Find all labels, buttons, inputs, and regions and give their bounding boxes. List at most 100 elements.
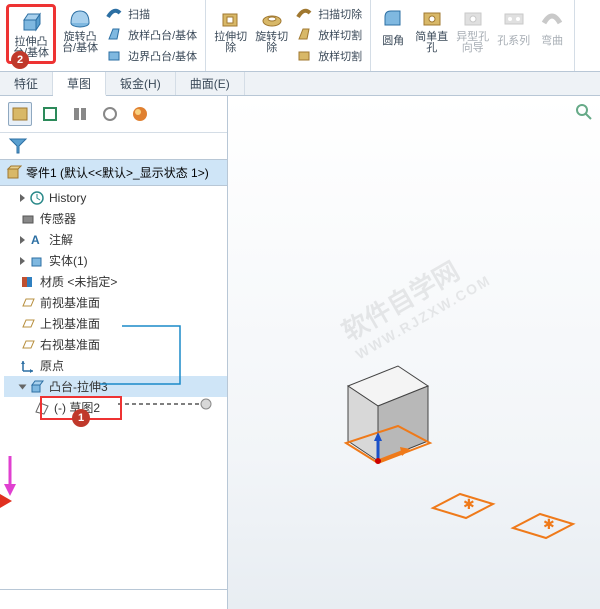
cut-extrude-icon [217,4,245,32]
cut-boundary-icon [296,47,314,65]
extrude-boss-button[interactable]: 拉伸凸 台/基体 2 [6,4,56,64]
mode-dimxpert[interactable] [98,102,122,126]
tree-right-plane[interactable]: 右视基准面 [4,334,227,355]
annotation-arrow-magenta [2,456,18,498]
tree-origin-label: 原点 [40,357,64,374]
tree-extrude3-label: 凸台-拉伸3 [49,378,108,395]
model-cube [328,346,448,476]
tree-origin[interactable]: 原点 [4,355,227,376]
tab-sheetmetal[interactable]: 钣金(H) [106,72,176,95]
badge-2: 2 [11,51,29,69]
cut-boundary-button[interactable]: 放样切割 [294,46,364,66]
watermark: 软件自学网 WWW.RJZXW.COM [334,240,493,363]
cut-loft-label: 放样切割 [318,27,362,43]
part-root-node[interactable]: 零件1 (默认<<默认>_显示状态 1>) [0,159,227,186]
tree-front-plane[interactable]: 前视基准面 [4,292,227,313]
tab-feature[interactable]: 特征 [0,72,53,95]
expand-icon[interactable] [19,384,27,389]
graphics-viewport[interactable]: 软件自学网 WWW.RJZXW.COM ✱ ✱ [228,96,600,609]
ribbon-toolbar: 拉伸凸 台/基体 2 旋转凸 台/基体 扫描 放样凸台/基体 边界凸台/基体 [0,0,600,72]
bend-label: 弯曲 [541,32,563,48]
plane-icon [20,316,36,332]
hole-series-button[interactable]: 孔系列 [493,2,534,50]
tree-top-plane[interactable]: 上视基准面 [4,313,227,334]
tree-extrude3[interactable]: 凸台-拉伸3 [4,376,227,397]
boundary-label: 边界凸台/基体 [128,48,197,64]
sweep-label: 扫描 [128,6,150,22]
filter-icon[interactable] [8,137,28,155]
tree-history[interactable]: History [4,188,227,208]
hole-wizard-button[interactable]: 异型孔 向导 [452,2,493,56]
fillet-button[interactable]: 圆角 [375,2,411,50]
tree-material-label: 材质 <未指定> [40,273,117,290]
filter-row [0,133,227,159]
part-icon [6,165,22,181]
svg-text:✱: ✱ [543,516,555,532]
loft-icon [106,26,124,44]
cut-revolve-icon [258,4,286,32]
hole-simple-label-l2: 孔 [426,43,437,54]
cut-boundary-label: 放样切割 [318,48,362,64]
cut-extrude-label-l2: 除 [225,43,236,54]
cut-revolve-label-l2: 除 [266,43,277,54]
mode-property[interactable] [38,102,62,126]
material-icon [20,274,36,290]
cut-revolve-button[interactable]: 旋转切 除 [251,2,292,56]
sweep-button[interactable]: 扫描 [104,4,199,24]
sweep-icon [106,5,124,23]
tree-top-label: 上视基准面 [40,315,100,332]
tree-material[interactable]: 材质 <未指定> [4,271,227,292]
cut-loft-icon [296,26,314,44]
plane-icon [20,337,36,353]
tree-annotation-label: 注解 [49,231,73,248]
cut-loft-button[interactable]: 放样切割 [294,25,364,45]
annotation-icon: A [29,232,45,248]
hole-simple-button[interactable]: 简单直 孔 [411,2,452,56]
mode-config[interactable] [68,102,92,126]
highlight-sketch2: 1 [40,396,122,420]
svg-text:✱: ✱ [463,496,475,512]
solid-icon [29,253,45,269]
boundary-icon [106,47,124,65]
hole-wizard-icon [459,4,487,32]
tree-sensor[interactable]: 传感器 [4,208,227,229]
boundary-button[interactable]: 边界凸台/基体 [104,46,199,66]
main-area: 零件1 (默认<<默认>_显示状态 1>) History 传感器 A 注解 实体… [0,96,600,609]
tab-sketch[interactable]: 草图 [53,72,106,96]
tree-history-label: History [49,191,86,205]
loft-button[interactable]: 放样凸台/基体 [104,25,199,45]
mode-feature-tree[interactable] [8,102,32,126]
hole-series-icon [500,4,528,32]
tree-annotation[interactable]: A 注解 [4,229,227,250]
sidebar-mode-tabs [0,96,227,133]
cut-sweep-button[interactable]: 扫描切除 [294,4,364,24]
extrude-feature-icon [29,379,45,395]
extrude-icon [17,9,45,37]
tree-right-label: 右视基准面 [40,336,100,353]
hole-wizard-label-l2: 向导 [462,43,484,54]
origin-icon [20,358,36,374]
tab-surface[interactable]: 曲面(E) [176,72,245,95]
tree-front-label: 前视基准面 [40,294,100,311]
svg-text:A: A [31,233,40,247]
revolve-icon [66,4,94,32]
zoom-to-fit-icon[interactable] [574,102,594,122]
bend-button[interactable]: 弯曲 [534,2,570,50]
cut-extrude-button[interactable]: 拉伸切 除 [210,2,251,56]
hole-series-label: 孔系列 [497,32,530,48]
sketch-diamond-1: ✱ [428,486,498,526]
loft-label: 放样凸台/基体 [128,27,197,43]
watermark-main: 软件自学网 [337,256,465,347]
expand-icon[interactable] [20,236,25,244]
history-icon [29,190,45,206]
annotation-arrow-red [0,494,18,508]
bend-icon [538,4,566,32]
mode-render[interactable] [128,102,152,126]
tree-solid-label: 实体(1) [49,252,88,269]
expand-icon[interactable] [20,194,25,202]
tree-solid[interactable]: 实体(1) [4,250,227,271]
expand-icon[interactable] [20,257,25,265]
hole-simple-icon [418,4,446,32]
revolve-boss-button[interactable]: 旋转凸 台/基体 [58,2,102,56]
part-title: 零件1 (默认<<默认>_显示状态 1>) [26,164,209,181]
